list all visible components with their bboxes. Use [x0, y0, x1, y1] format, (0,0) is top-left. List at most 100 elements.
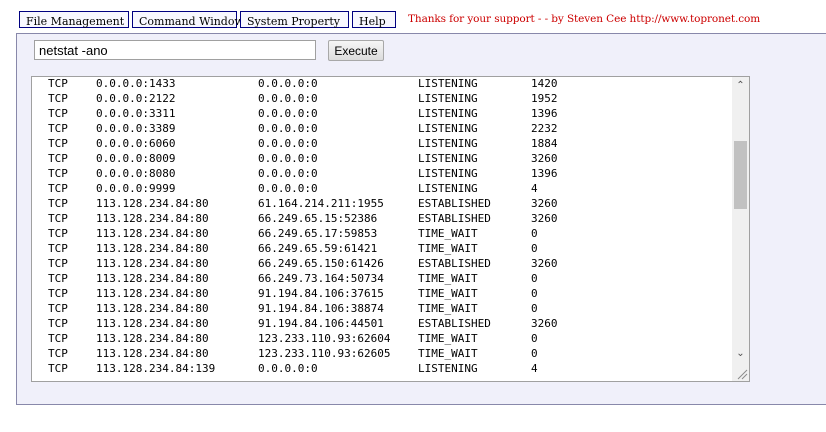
cell-state: TIME_WAIT: [418, 332, 478, 345]
cell-local: 0.0.0.0:3389: [96, 122, 176, 135]
cell-pid: 3260: [531, 212, 558, 225]
cell-state: TIME_WAIT: [418, 302, 478, 315]
cell-local: 113.128.234.84:80: [96, 257, 209, 270]
cell-pid: 3260: [531, 197, 558, 210]
cell-local: 113.128.234.84:80: [96, 287, 209, 300]
cell-pid: 1952: [531, 92, 558, 105]
cell-pid: 0: [531, 287, 538, 300]
command-window-button[interactable]: Command Window: [132, 11, 244, 28]
top-navigation: File Management Command Window System Pr…: [0, 0, 826, 34]
cell-foreign: 66.249.65.17:59853: [258, 227, 378, 240]
cell-state: TIME_WAIT: [418, 227, 478, 240]
cell-state: TIME_WAIT: [418, 242, 478, 255]
cell-state: TIME_WAIT: [418, 347, 478, 360]
scrollbar-thumb[interactable]: [734, 141, 747, 209]
cell-foreign: 0.0.0.0:0: [258, 152, 318, 165]
cell-pid: 4: [531, 362, 538, 375]
cell-local: 113.128.234.84:80: [96, 347, 209, 360]
cell-foreign: 66.249.65.15:52386: [258, 212, 378, 225]
cell-proto: TCP: [48, 272, 68, 285]
command-output[interactable]: TCP 0.0.0.0:1433 0.0.0.0:0 LISTENING 1420 TCP…: [31, 76, 750, 382]
table-row: TCP 0.0.0.0:1433 0.0.0.0:0 LISTENING 1420: [32, 77, 732, 91]
cell-foreign: 91.194.84.106:44501: [258, 317, 384, 330]
cell-proto: TCP: [48, 92, 68, 105]
cell-state: ESTABLISHED: [418, 257, 491, 270]
credits-text: Thanks for your support - - by Steven Ce…: [408, 13, 761, 25]
cell-pid: 0: [531, 302, 538, 315]
cell-pid: 1396: [531, 167, 558, 180]
cell-local: 113.128.234.84:80: [96, 332, 209, 345]
cell-pid: 1884: [531, 137, 558, 150]
cell-proto: TCP: [48, 77, 68, 90]
cell-local: 0.0.0.0:8009: [96, 152, 176, 165]
cell-proto: TCP: [48, 152, 68, 165]
cell-proto: TCP: [48, 182, 68, 195]
table-row: TCP 0.0.0.0:9999 0.0.0.0:0 LISTENING 4: [32, 181, 732, 196]
table-row: TCP 0.0.0.0:8080 0.0.0.0:0 LISTENING 1396: [32, 166, 732, 181]
help-button[interactable]: Help: [352, 11, 396, 28]
cell-foreign: 0.0.0.0:0: [258, 122, 318, 135]
cell-state: LISTENING: [418, 77, 478, 90]
table-row: TCP 113.128.234.84:80 91.194.84.106:38874 T…: [32, 301, 732, 316]
cell-state: ESTABLISHED: [418, 317, 491, 330]
vertical-scrollbar[interactable]: ⌃ ⌄: [732, 77, 749, 381]
table-row: TCP 113.128.234.84:80 66.249.65.17:59853 TI…: [32, 226, 732, 241]
cell-proto: TCP: [48, 227, 68, 240]
cell-proto: TCP: [48, 347, 68, 360]
table-row: TCP 113.128.234.84:80 123.233.110.93:62604…: [32, 331, 732, 346]
cell-pid: 3260: [531, 317, 558, 330]
cell-proto: TCP: [48, 212, 68, 225]
cell-proto: TCP: [48, 302, 68, 315]
cell-state: LISTENING: [418, 152, 478, 165]
cell-foreign: 0.0.0.0:0: [258, 362, 318, 375]
output-rows: TCP 0.0.0.0:1433 0.0.0.0:0 LISTENING 1420 TCP…: [32, 77, 732, 376]
cell-proto: TCP: [48, 107, 68, 120]
cell-proto: TCP: [48, 257, 68, 270]
chevron-down-icon[interactable]: ⌄: [732, 345, 749, 362]
table-row: TCP 113.128.234.84:139 0.0.0.0:0 LISTENING 4: [32, 361, 732, 376]
cell-pid: 0: [531, 272, 538, 285]
execute-button[interactable]: Execute: [328, 40, 384, 61]
table-row: TCP 0.0.0.0:2122 0.0.0.0:0 LISTENING 1952: [32, 91, 732, 106]
table-row: TCP 113.128.234.84:80 66.249.73.164:50734 T…: [32, 271, 732, 286]
cell-state: ESTABLISHED: [418, 197, 491, 210]
system-property-button[interactable]: System Property: [240, 11, 349, 28]
cell-local: 0.0.0.0:1433: [96, 77, 176, 90]
cell-foreign: 91.194.84.106:37615: [258, 287, 384, 300]
table-row: TCP 113.128.234.84:80 91.194.84.106:37615 T…: [32, 286, 732, 301]
cell-foreign: 66.249.65.150:61426: [258, 257, 384, 270]
resize-grip-icon[interactable]: [734, 366, 748, 380]
table-row: TCP 0.0.0.0:6060 0.0.0.0:0 LISTENING 1884: [32, 136, 732, 151]
cell-proto: TCP: [48, 242, 68, 255]
cell-foreign: 0.0.0.0:0: [258, 137, 318, 150]
cell-foreign: 61.164.214.211:1955: [258, 197, 384, 210]
cell-state: LISTENING: [418, 167, 478, 180]
table-row: TCP 0.0.0.0:3389 0.0.0.0:0 LISTENING 2232: [32, 121, 732, 136]
cell-proto: TCP: [48, 362, 68, 375]
cell-pid: 3260: [531, 257, 558, 270]
cell-pid: 1396: [531, 107, 558, 120]
cell-local: 0.0.0.0:2122: [96, 92, 176, 105]
table-row: TCP 113.128.234.84:80 61.164.214.211:1955 E…: [32, 196, 732, 211]
cell-local: 0.0.0.0:3311: [96, 107, 176, 120]
cell-state: LISTENING: [418, 182, 478, 195]
file-management-button[interactable]: File Management: [19, 11, 129, 28]
table-row: TCP 113.128.234.84:80 66.249.65.59:61421 TI…: [32, 241, 732, 256]
cell-foreign: 123.233.110.93:62604: [258, 332, 391, 345]
cell-pid: 2232: [531, 122, 558, 135]
table-row: TCP 113.128.234.84:80 66.249.65.150:61426 E…: [32, 256, 732, 271]
cell-proto: TCP: [48, 332, 68, 345]
table-row: TCP 0.0.0.0:3311 0.0.0.0:0 LISTENING 1396: [32, 106, 732, 121]
cell-local: 113.128.234.84:80: [96, 227, 209, 240]
cell-state: LISTENING: [418, 362, 478, 375]
cell-proto: TCP: [48, 122, 68, 135]
cell-proto: TCP: [48, 197, 68, 210]
cell-proto: TCP: [48, 287, 68, 300]
cell-local: 113.128.234.84:80: [96, 272, 209, 285]
cell-pid: 1420: [531, 77, 558, 90]
chevron-up-icon[interactable]: ⌃: [732, 77, 749, 94]
command-input[interactable]: [34, 40, 316, 60]
cell-state: TIME_WAIT: [418, 272, 478, 285]
cell-local: 113.128.234.84:80: [96, 317, 209, 330]
cell-proto: TCP: [48, 137, 68, 150]
